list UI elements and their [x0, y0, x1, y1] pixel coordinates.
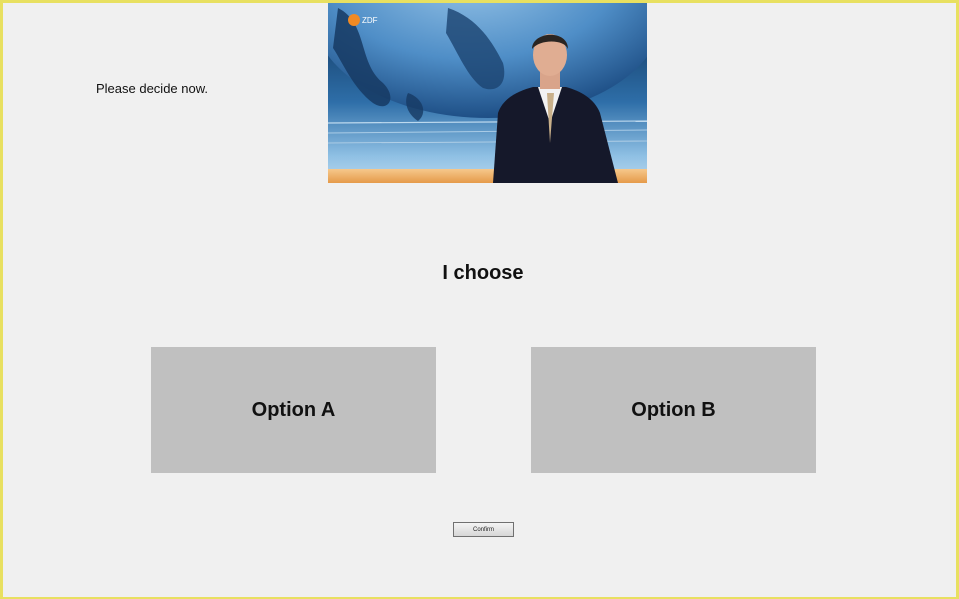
confirm-button[interactable]: Confirm — [453, 522, 514, 537]
option-a-button[interactable]: Option A — [151, 347, 436, 473]
choice-prompt-title: I choose — [442, 262, 524, 284]
option-b-button[interactable]: Option B — [531, 347, 816, 473]
app-window: Please decide now. ZDF I choose Option A… — [0, 0, 959, 599]
channel-logo-text: ZDF — [362, 16, 378, 25]
news-studio-image: ZDF — [328, 3, 647, 183]
zdf-logo-icon — [348, 14, 360, 26]
news-video: ZDF — [328, 3, 647, 183]
instruction-text: Please decide now. — [95, 81, 209, 96]
